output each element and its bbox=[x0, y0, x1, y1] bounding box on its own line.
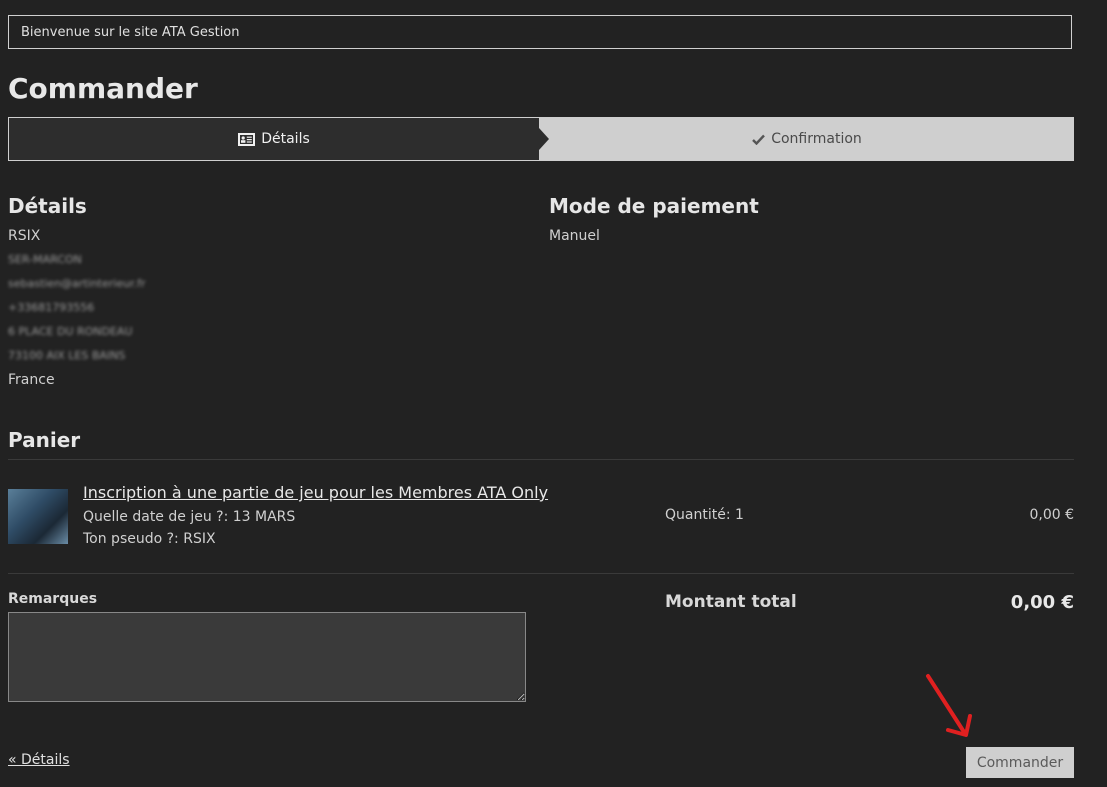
step-details[interactable]: Détails bbox=[8, 117, 549, 161]
item-quantity: Quantité: 1 bbox=[665, 507, 744, 523]
customer-country: France bbox=[8, 372, 55, 388]
cart-heading: Panier bbox=[8, 428, 81, 452]
blurred-phone-line: +33681793556 bbox=[8, 301, 95, 314]
cart-item: Inscription à une partie de jeu pour les… bbox=[8, 480, 1074, 552]
payment-section: Mode de paiement Manuel bbox=[549, 194, 1049, 248]
blurred-city-line: 73100 AIX LES BAINS bbox=[8, 349, 126, 362]
item-price: 0,00 € bbox=[1029, 507, 1074, 523]
product-option-date: Quelle date de jeu ?: 13 MARS bbox=[83, 509, 296, 525]
order-button[interactable]: Commander bbox=[966, 747, 1074, 778]
welcome-banner: Bienvenue sur le site ATA Gestion bbox=[8, 15, 1072, 49]
product-thumbnail bbox=[8, 489, 68, 544]
remarks-field[interactable] bbox=[8, 612, 526, 702]
checkmark-icon bbox=[752, 134, 766, 145]
welcome-text: Bienvenue sur le site ATA Gestion bbox=[21, 24, 240, 40]
id-card-icon bbox=[238, 132, 256, 146]
product-option-pseudo: Ton pseudo ?: RSIX bbox=[83, 531, 216, 547]
checkout-steps: Détails Confirmation bbox=[8, 117, 1074, 161]
red-arrow-annotation bbox=[926, 674, 972, 737]
details-section: Détails RSIX SER-MARCON sebastien@artint… bbox=[8, 194, 508, 392]
back-to-details-link[interactable]: « Détails bbox=[8, 752, 70, 768]
step-details-label: Détails bbox=[261, 131, 310, 147]
cart-divider-bottom bbox=[8, 573, 1074, 574]
payment-method: Manuel bbox=[549, 228, 600, 244]
remarks-label: Remarques bbox=[8, 591, 98, 607]
details-heading: Détails bbox=[8, 194, 87, 218]
total-label: Montant total bbox=[665, 592, 797, 612]
blurred-street-line: 6 PLACE DU RONDEAU bbox=[8, 325, 133, 338]
product-link[interactable]: Inscription à une partie de jeu pour les… bbox=[83, 483, 548, 502]
cart-divider-top bbox=[8, 459, 1074, 460]
step-confirmation[interactable]: Confirmation bbox=[540, 117, 1074, 161]
total-amount: 0,00 € bbox=[1010, 592, 1074, 613]
blurred-email-line: sebastien@artinterieur.fr bbox=[8, 277, 146, 290]
step-confirmation-label: Confirmation bbox=[771, 131, 862, 147]
payment-heading: Mode de paiement bbox=[549, 194, 759, 218]
customer-name: RSIX bbox=[8, 228, 41, 244]
blurred-address-line: SER-MARCON bbox=[8, 253, 82, 266]
page-title: Commander bbox=[8, 72, 198, 105]
